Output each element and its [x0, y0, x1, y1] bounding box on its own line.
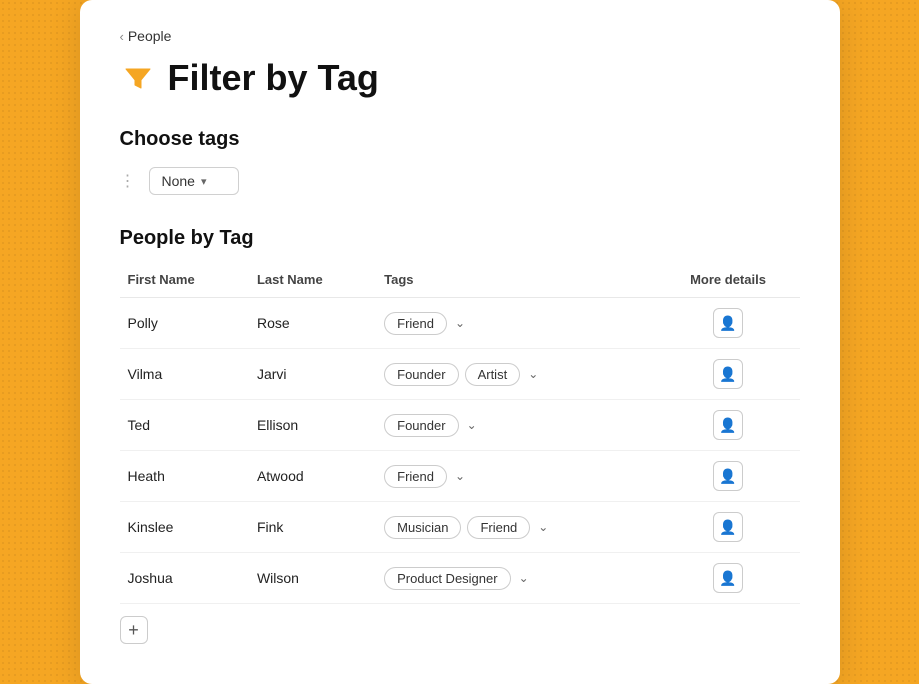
table-row: JoshuaWilson Product Designer ⌄ 👤	[120, 553, 800, 604]
page-title: Filter by Tag	[168, 57, 379, 99]
tag-expand-chevron[interactable]: ⌄	[538, 520, 548, 534]
person-icon: 👤	[719, 570, 736, 587]
col-last-name: Last Name	[249, 266, 376, 298]
filter-icon	[120, 56, 156, 100]
tag-badge[interactable]: Founder	[384, 414, 458, 437]
more-details-button[interactable]: 👤	[713, 512, 743, 542]
more-details-button[interactable]: 👤	[713, 461, 743, 491]
tag-expand-chevron[interactable]: ⌄	[467, 418, 477, 432]
tag-expand-chevron[interactable]: ⌄	[528, 367, 538, 381]
table-row: KinsleeFink Musician Friend ⌄ 👤	[120, 502, 800, 553]
person-icon: 👤	[719, 366, 736, 383]
breadcrumb-link[interactable]: People	[128, 28, 172, 44]
tag-expand-chevron[interactable]: ⌄	[455, 316, 465, 330]
tag-expand-chevron[interactable]: ⌄	[455, 469, 465, 483]
cell-last-name: Rose	[249, 298, 376, 349]
cell-more-details: 👤	[657, 451, 800, 502]
tag-dropdown[interactable]: None ▾	[149, 167, 239, 195]
table-row: VilmaJarvi Founder Artist ⌄ 👤	[120, 349, 800, 400]
cell-last-name: Ellison	[249, 400, 376, 451]
cell-first-name: Vilma	[120, 349, 249, 400]
table-row: PollyRose Friend ⌄ 👤	[120, 298, 800, 349]
cell-last-name: Fink	[249, 502, 376, 553]
more-details-button[interactable]: 👤	[713, 359, 743, 389]
col-more-details: More details	[657, 266, 800, 298]
person-icon: 👤	[719, 468, 736, 485]
choose-tags-section: Choose tags ⋮ None ▾	[120, 128, 800, 195]
add-row-button[interactable]: +	[120, 616, 148, 644]
cell-more-details: 👤	[657, 349, 800, 400]
page-header: Filter by Tag	[120, 56, 800, 100]
cell-tags: Founder ⌄	[376, 400, 656, 451]
person-icon: 👤	[719, 315, 736, 332]
table-row: HeathAtwood Friend ⌄ 👤	[120, 451, 800, 502]
cell-tags: Founder Artist ⌄	[376, 349, 656, 400]
cell-more-details: 👤	[657, 298, 800, 349]
main-card: ‹ People Filter by Tag Choose tags ⋮ Non…	[80, 0, 840, 684]
cell-last-name: Wilson	[249, 553, 376, 604]
cell-first-name: Polly	[120, 298, 249, 349]
cell-tags: Friend ⌄	[376, 451, 656, 502]
more-details-button[interactable]: 👤	[713, 563, 743, 593]
tag-badge[interactable]: Musician	[384, 516, 461, 539]
cell-more-details: 👤	[657, 553, 800, 604]
tag-badge[interactable]: Product Designer	[384, 567, 510, 590]
breadcrumb-chevron: ‹	[120, 29, 124, 44]
cell-more-details: 👤	[657, 502, 800, 553]
more-details-button[interactable]: 👤	[713, 308, 743, 338]
col-first-name: First Name	[120, 266, 249, 298]
cell-first-name: Joshua	[120, 553, 249, 604]
drag-handle[interactable]: ⋮	[120, 171, 137, 191]
cell-first-name: Heath	[120, 451, 249, 502]
col-tags: Tags	[376, 266, 656, 298]
people-table: First Name Last Name Tags More details P…	[120, 266, 800, 604]
chevron-down-icon: ▾	[201, 175, 207, 188]
person-icon: 👤	[719, 519, 736, 536]
choose-tags-title: Choose tags	[120, 128, 800, 151]
cell-first-name: Ted	[120, 400, 249, 451]
tag-selector-row: ⋮ None ▾	[120, 167, 800, 195]
table-header-row: First Name Last Name Tags More details	[120, 266, 800, 298]
cell-last-name: Atwood	[249, 451, 376, 502]
tag-badge[interactable]: Friend	[384, 465, 447, 488]
cell-tags: Musician Friend ⌄	[376, 502, 656, 553]
tag-dropdown-label: None	[162, 173, 195, 189]
cell-tags: Product Designer ⌄	[376, 553, 656, 604]
tag-badge[interactable]: Founder	[384, 363, 458, 386]
table-row: TedEllison Founder ⌄ 👤	[120, 400, 800, 451]
cell-last-name: Jarvi	[249, 349, 376, 400]
tag-expand-chevron[interactable]: ⌄	[519, 571, 529, 585]
cell-tags: Friend ⌄	[376, 298, 656, 349]
person-icon: 👤	[719, 417, 736, 434]
people-by-tag-section: People by Tag First Name Last Name Tags …	[120, 227, 800, 644]
tag-badge[interactable]: Friend	[467, 516, 530, 539]
people-by-tag-title: People by Tag	[120, 227, 800, 250]
breadcrumb: ‹ People	[120, 28, 800, 44]
cell-first-name: Kinslee	[120, 502, 249, 553]
tag-badge[interactable]: Artist	[465, 363, 521, 386]
more-details-button[interactable]: 👤	[713, 410, 743, 440]
cell-more-details: 👤	[657, 400, 800, 451]
tag-badge[interactable]: Friend	[384, 312, 447, 335]
